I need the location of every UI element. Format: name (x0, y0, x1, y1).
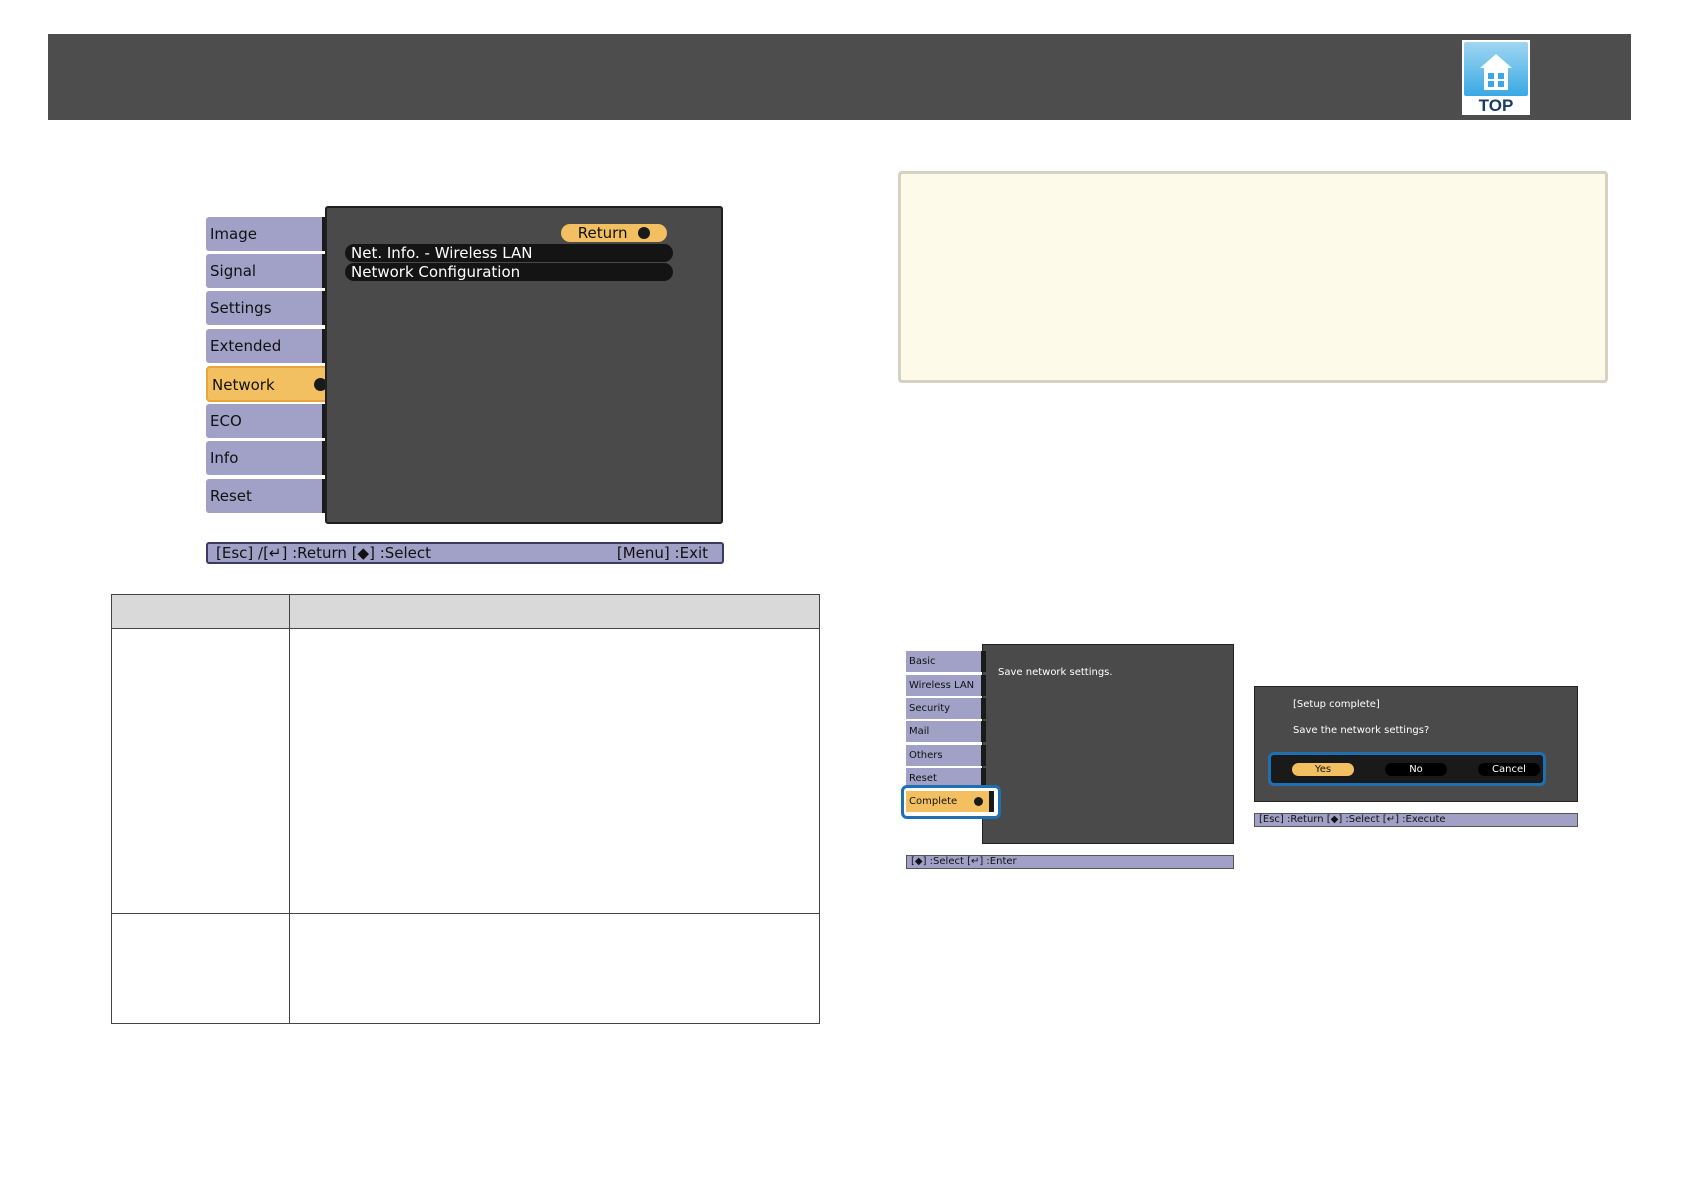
menu-tab-settings[interactable]: Settings (206, 291, 330, 325)
setup-tab-security[interactable]: Security (906, 698, 986, 719)
menu-tab-label: Image (210, 225, 257, 243)
no-label: No (1409, 764, 1423, 775)
table-header-row (112, 595, 819, 629)
status-text: [◆] :Select [↵] :Enter (911, 856, 1017, 867)
top-icon-label: TOP (1478, 96, 1514, 115)
menu-tab-image[interactable]: Image (206, 217, 330, 251)
menu-tab-label: Info (210, 449, 239, 467)
setup-tab-label: Basic (909, 656, 936, 667)
menu-tab-signal[interactable]: Signal (206, 254, 330, 288)
setup-tab-label: Others (909, 750, 943, 761)
complete-status-bar: [◆] :Select [↵] :Enter (906, 855, 1234, 869)
menu-item-network-configuration[interactable]: Network Configuration (345, 263, 673, 281)
table-row-divider (112, 913, 819, 914)
setup-tab-mail[interactable]: Mail (906, 721, 986, 742)
house-body (1484, 68, 1508, 90)
menu-item-label: Net. Info. - Wireless LAN (351, 244, 533, 262)
status-right-text: [Menu] :Exit (616, 544, 708, 562)
menu-tab-label: Extended (210, 337, 282, 355)
menu-tab-reset[interactable]: Reset (206, 479, 330, 513)
yes-label: Yes (1314, 764, 1332, 775)
setup-tab-wireless-lan[interactable]: Wireless LAN (906, 675, 986, 696)
status-left-text: [Esc] /[↵] :Return [◆] :Select (216, 544, 432, 562)
page-header-bar (48, 34, 1631, 120)
no-button[interactable]: No (1385, 763, 1447, 776)
return-label: Return (577, 224, 628, 242)
menu-tab-label: ECO (210, 412, 242, 430)
setup-tab-label: Complete (909, 796, 958, 807)
setup-tab-label: Wireless LAN (909, 680, 975, 691)
enter-icon (974, 797, 983, 806)
top-home-icon[interactable]: TOP (1462, 40, 1530, 115)
return-button[interactable]: Return (561, 224, 667, 242)
setup-tab-label: Mail (909, 726, 930, 737)
cancel-label: Cancel (1492, 764, 1526, 775)
menu-tab-network[interactable]: Network (206, 366, 335, 402)
panel-text: Save network settings. (998, 667, 1113, 678)
cancel-button[interactable]: Cancel (1478, 763, 1540, 776)
menu-item-net-info-wireless-lan[interactable]: Net. Info. - Wireless LAN (345, 244, 673, 262)
menu-tab-extended[interactable]: Extended (206, 329, 330, 363)
menu-item-label: Network Configuration (351, 263, 521, 281)
menu-tab-label: Signal (210, 262, 257, 280)
settings-table (111, 594, 820, 1024)
setup-tab-label: Security (909, 703, 951, 714)
note-box (898, 171, 1608, 383)
dialog-status-bar: [Esc] :Return [◆] :Select [↵] :Execute (1254, 813, 1578, 827)
setup-tab-others[interactable]: Others (906, 745, 986, 766)
menu-status-bar: [Esc] /[↵] :Return [◆] :Select [Menu] :E… (206, 542, 724, 564)
menu-tab-label: Reset (210, 487, 252, 505)
dialog-question: Save the network settings? (1293, 725, 1430, 736)
menu-tab-label: Network (212, 376, 275, 394)
setup-tab-basic[interactable]: Basic (906, 651, 986, 672)
house-icon (1480, 54, 1512, 68)
yes-button[interactable]: Yes (1292, 763, 1354, 776)
setup-tab-label: Reset (909, 773, 937, 784)
menu-tab-label: Settings (210, 299, 272, 317)
complete-menu-panel: Save network settings. (982, 644, 1234, 844)
table-column-divider (289, 595, 290, 1023)
menu-tab-info[interactable]: Info (206, 441, 330, 475)
menu-tab-eco[interactable]: ECO (206, 404, 330, 438)
setup-tab-complete[interactable]: Complete (906, 791, 994, 812)
status-text: [Esc] :Return [◆] :Select [↵] :Execute (1259, 814, 1446, 825)
dialog-title: [Setup complete] (1293, 699, 1380, 710)
enter-icon (638, 227, 651, 239)
